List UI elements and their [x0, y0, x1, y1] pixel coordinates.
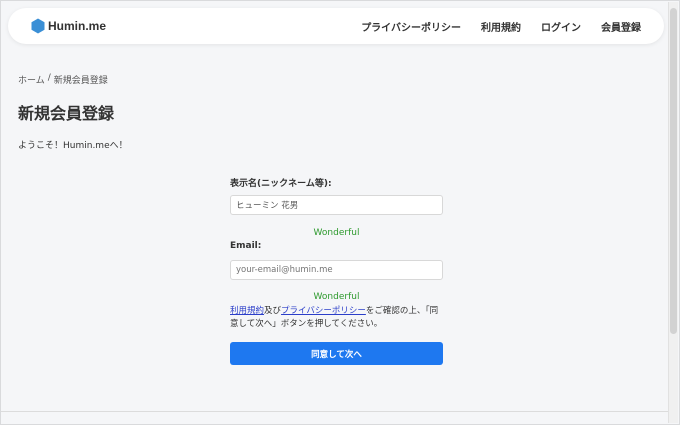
terms-and-text: 及び	[264, 306, 282, 316]
vertical-scrollbar[interactable]	[668, 2, 678, 423]
top-navbar: Humin.me プライバシーポリシー 利用規約 ログイン 会員登録	[8, 8, 664, 44]
nav-privacy-policy[interactable]: プライバシーポリシー	[361, 19, 461, 34]
display-name-input[interactable]	[230, 195, 443, 215]
nav-terms[interactable]: 利用規約	[481, 19, 521, 34]
display-name-feedback: Wonderful	[313, 228, 360, 238]
agree-next-button[interactable]: 同意して次へ	[230, 342, 443, 365]
breadcrumb-current: 新規会員登録	[53, 76, 108, 86]
brand-name: Humin.me	[48, 19, 107, 33]
terms-notice: 利用規約及びプライバシーポリシーをご確認の上、「同意して次へ」ボタンを押してくだ…	[230, 305, 443, 331]
scrollbar-thumb[interactable]	[670, 8, 677, 334]
nav-register[interactable]: 会員登録	[601, 19, 641, 34]
breadcrumb: ホーム / 新規会員登録	[18, 73, 108, 86]
brand-logo[interactable]: Humin.me	[31, 18, 106, 34]
footer-divider	[1, 411, 671, 412]
breadcrumb-separator: /	[47, 73, 51, 83]
privacy-policy-link[interactable]: プライバシーポリシー	[281, 306, 366, 316]
email-feedback: Wonderful	[313, 292, 360, 302]
display-name-label: 表示名(ニックネーム等):	[230, 179, 332, 189]
nav-links: プライバシーポリシー 利用規約 ログイン 会員登録	[341, 19, 641, 34]
nav-login[interactable]: ログイン	[541, 19, 581, 34]
hexagon-logo-icon	[31, 18, 45, 34]
page-title: 新規会員登録	[18, 104, 115, 123]
welcome-message: ようこそ！Humin.meへ！	[18, 141, 128, 151]
email-label: Email:	[230, 241, 262, 251]
email-input[interactable]	[230, 260, 443, 280]
breadcrumb-home[interactable]: ホーム	[18, 73, 45, 86]
browser-viewport: Humin.me プライバシーポリシー 利用規約 ログイン 会員登録 ホーム /…	[0, 0, 680, 425]
terms-link[interactable]: 利用規約	[230, 306, 264, 316]
